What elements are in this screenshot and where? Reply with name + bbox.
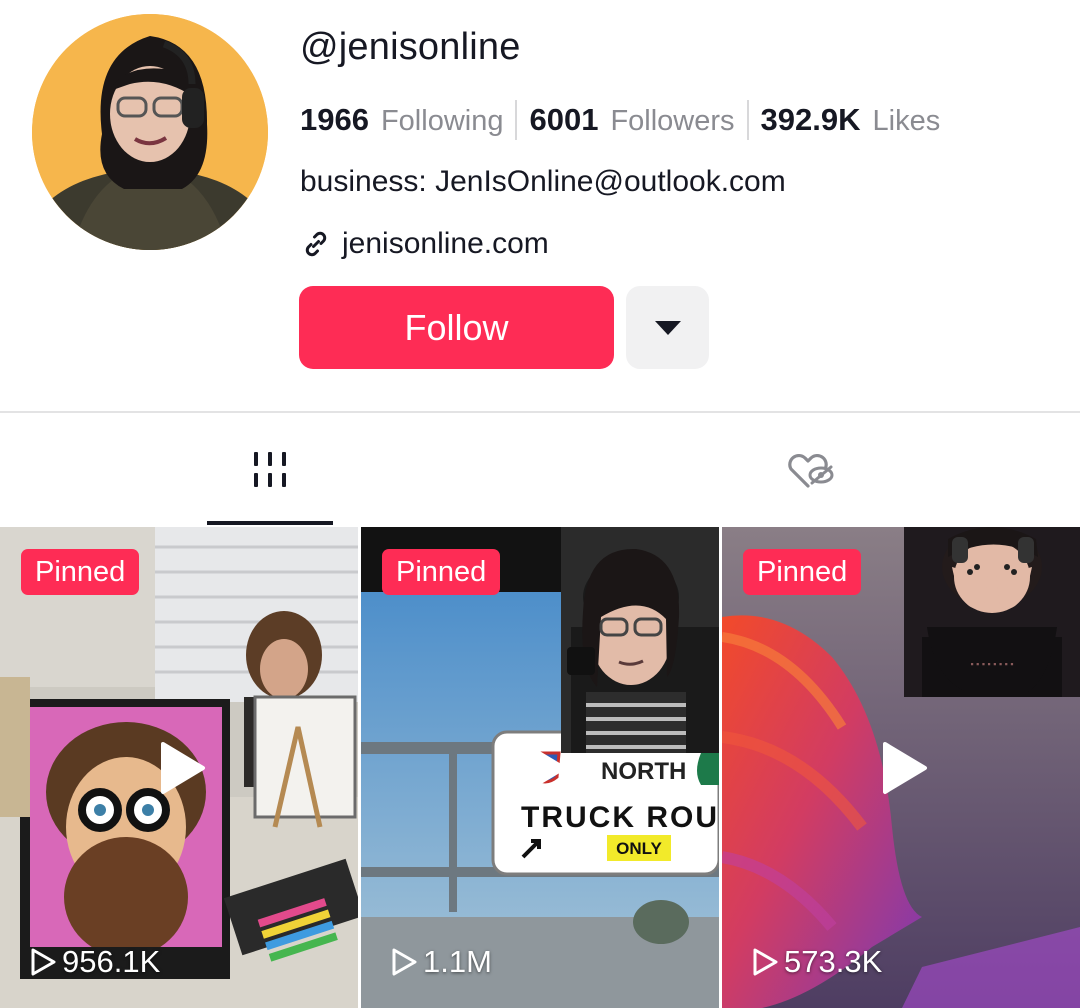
- active-tab-indicator: [207, 521, 333, 525]
- tab-liked[interactable]: [540, 413, 1080, 525]
- svg-text:▪ ▪ ▪ ▪ ▪ ▪ ▪ ▪: ▪ ▪ ▪ ▪ ▪ ▪ ▪ ▪: [970, 659, 1013, 669]
- stat-divider: [515, 100, 518, 140]
- stat-likes-count: 392.9K: [760, 102, 861, 137]
- stat-likes: 392.9K Likes: [761, 102, 953, 138]
- play-icon: [522, 741, 566, 794]
- stat-divider: [746, 100, 749, 140]
- follow-button[interactable]: Follow: [299, 286, 614, 369]
- stat-following[interactable]: 1966 Following: [300, 102, 515, 138]
- play-icon: [161, 741, 205, 794]
- view-count: 1.1M: [389, 944, 492, 980]
- view-count: 573.3K: [750, 944, 882, 980]
- profile-link-text: jenisonline.com: [342, 227, 549, 260]
- link-icon: [305, 231, 327, 257]
- stat-followers[interactable]: 6001 Followers: [529, 102, 746, 138]
- grid-icon: [254, 451, 286, 487]
- triangle-down-icon: [654, 320, 681, 335]
- profile-bio: business: JenIsOnline@outlook.com: [300, 165, 786, 198]
- view-count: 956.1K: [28, 944, 160, 980]
- sign-only-text: ONLY: [616, 839, 662, 858]
- more-options-button[interactable]: [626, 286, 709, 369]
- stat-likes-label: Likes: [872, 105, 941, 137]
- video-thumbnail-1[interactable]: Pinned 956.1K: [0, 527, 358, 1008]
- sign-direction-text: NORTH: [601, 758, 686, 785]
- stat-following-count: 1966: [300, 102, 369, 137]
- profile-stats: 1966 Following 6001 Followers 392.9K Lik…: [300, 98, 952, 142]
- view-count-text: 573.3K: [784, 944, 883, 979]
- tab-videos[interactable]: [0, 413, 540, 525]
- play-icon: [883, 741, 927, 794]
- profile-link[interactable]: jenisonline.com: [300, 227, 549, 261]
- play-outline-icon: [31, 948, 56, 976]
- stat-followers-label: Followers: [610, 105, 735, 137]
- sign-main-text: TRUCK ROU: [521, 801, 719, 834]
- stat-followers-count: 6001: [529, 102, 599, 137]
- profile-avatar[interactable]: [32, 14, 268, 250]
- play-outline-icon: [753, 948, 778, 976]
- play-outline-icon: [392, 948, 417, 976]
- stat-following-label: Following: [380, 105, 504, 137]
- video-thumbnail-3[interactable]: ▪ ▪ ▪ ▪ ▪ ▪ ▪ ▪ Pinned 573.3K: [722, 527, 1080, 1008]
- hidden-liked-heart-icon: [788, 453, 834, 488]
- view-count-text: 1.1M: [423, 944, 492, 979]
- view-count-text: 956.1K: [62, 944, 161, 979]
- pinned-badge: Pinned: [382, 549, 501, 595]
- pinned-badge: Pinned: [21, 549, 140, 595]
- avatar-image: [32, 14, 268, 250]
- username: @jenisonline: [300, 26, 521, 68]
- video-thumbnail-2[interactable]: 5 NORTH TRUCK ROU ONLY Pinned 1.1M: [361, 527, 719, 1008]
- pinned-badge: Pinned: [743, 549, 862, 595]
